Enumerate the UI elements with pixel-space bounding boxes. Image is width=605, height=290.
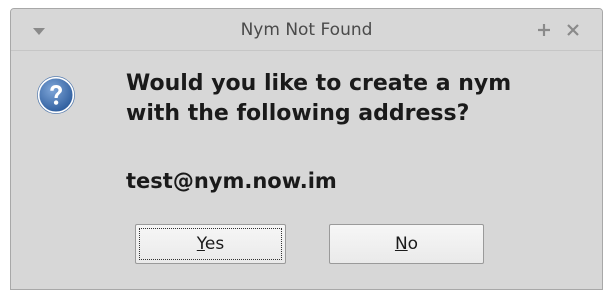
plus-icon[interactable]	[535, 21, 553, 39]
question-icon	[37, 76, 75, 114]
dialog-message-line-2: with the following address?	[126, 101, 470, 126]
nym-address: test@nym.now.im	[126, 169, 337, 193]
no-button[interactable]: No	[329, 224, 484, 264]
close-icon[interactable]	[564, 21, 582, 39]
dialog-message-line-1: Would you like to create a nym	[126, 71, 512, 96]
no-button-label: o	[407, 234, 419, 254]
title-bar[interactable]: Nym Not Found	[11, 9, 602, 51]
dialog-window: Nym Not Found Would you like to create a…	[10, 8, 603, 290]
yes-button[interactable]: Yes	[135, 224, 286, 264]
yes-button-label: es	[204, 234, 225, 254]
yes-button-mnemonic: Y	[196, 234, 205, 254]
no-button-mnemonic: N	[394, 234, 408, 254]
window-title: Nym Not Found	[240, 20, 373, 40]
dialog-message: Would you like to create a nym with the …	[126, 69, 596, 129]
